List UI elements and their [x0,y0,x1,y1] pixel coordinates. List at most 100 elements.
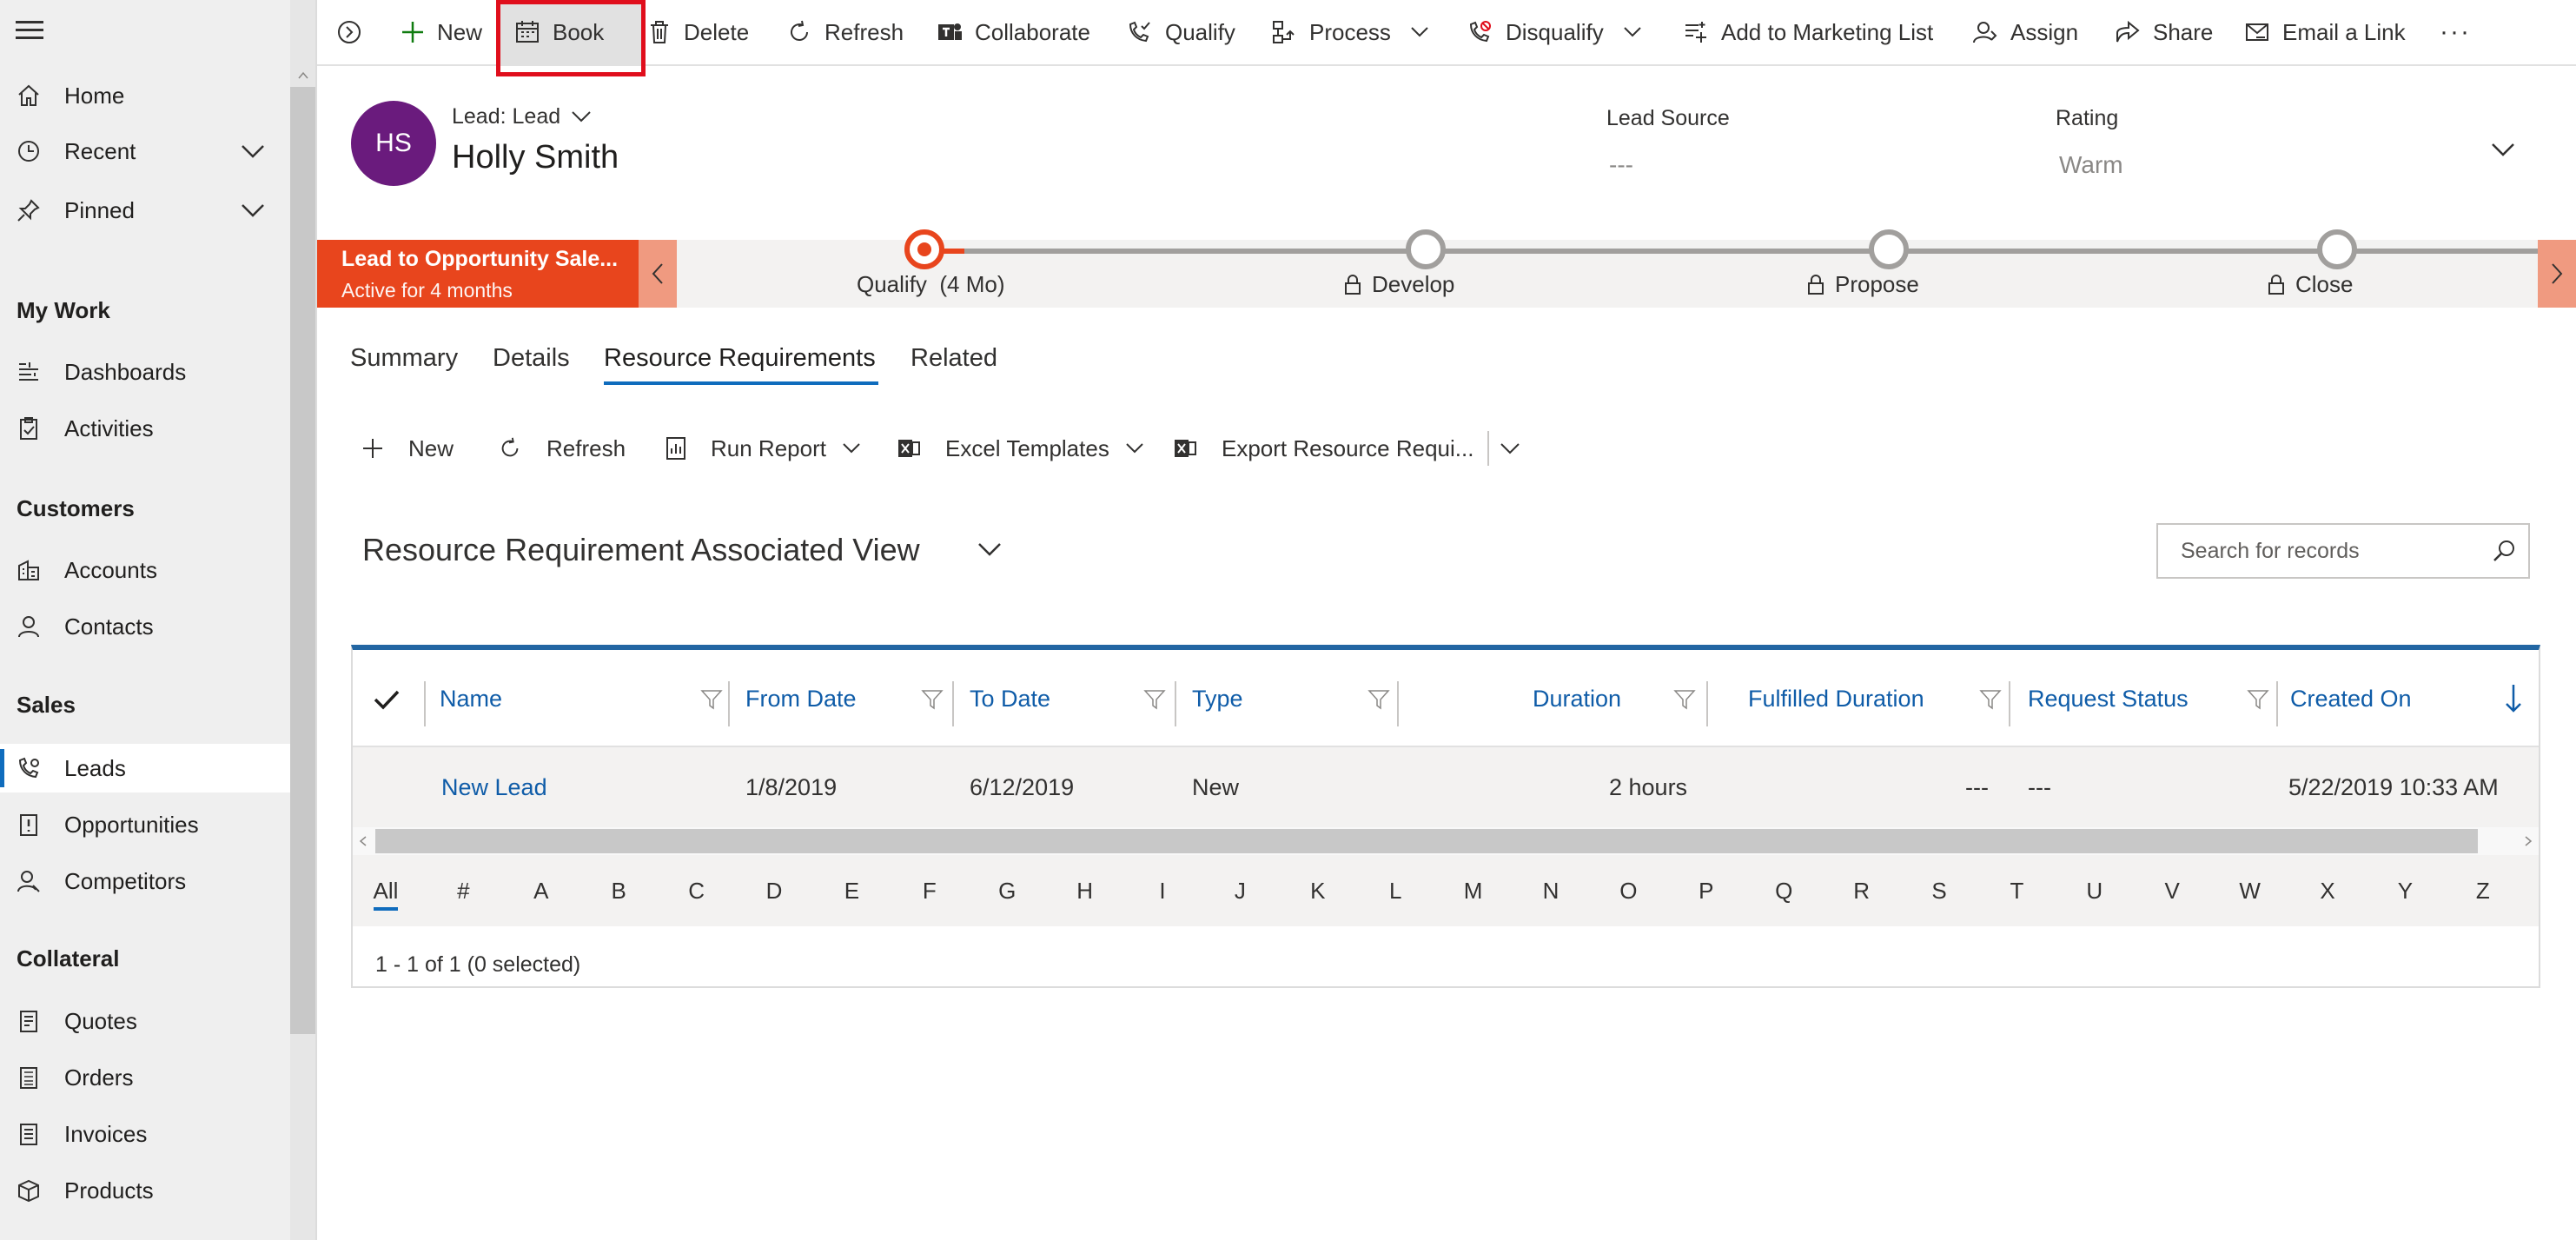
header-expand-chevron-icon[interactable] [2490,141,2516,158]
process-next-button[interactable] [2538,240,2576,308]
sidebar-item-competitors[interactable]: Competitors [0,857,290,905]
alphabet-filter-j[interactable]: J [1222,855,1257,926]
alphabet-filter-a[interactable]: A [524,855,559,926]
alphabet-filter-v[interactable]: V [2155,855,2189,926]
collaborate-button[interactable]: Collaborate [937,0,1090,64]
alphabet-filter-u[interactable]: U [2077,855,2112,926]
view-selector-chevron-icon[interactable] [977,540,1003,558]
filter-icon[interactable] [2247,688,2269,711]
search-icon[interactable] [2492,539,2516,563]
sidebar-item-opportunities[interactable]: Opportunities [0,800,290,849]
alphabet-filter-g[interactable]: G [990,855,1024,926]
sidebar-item-contacts[interactable]: Contacts [0,602,290,651]
sidebar-item-accounts[interactable]: Accounts [0,546,290,594]
alphabet-filter-t[interactable]: T [1999,855,2034,926]
column-header-name[interactable]: Name [440,650,502,747]
column-header-to-date[interactable]: To Date [970,650,1050,747]
chevron-down-icon[interactable] [570,109,593,125]
alphabet-filter-z[interactable]: Z [2466,855,2500,926]
sort-descending-arrow-icon[interactable] [2504,683,2523,714]
tab-details[interactable]: Details [493,344,570,373]
stage-develop[interactable]: Develop [1344,271,1454,298]
alphabet-filter-p[interactable]: P [1689,855,1724,926]
alphabet-filter-s[interactable]: S [1922,855,1957,926]
share-button[interactable]: Share [2115,0,2213,64]
sidebar-item-products[interactable]: Products [0,1166,290,1215]
scrollbar-thumb[interactable] [290,87,316,1034]
alphabet-filter-hash[interactable]: # [446,855,480,926]
new-button[interactable]: New [401,0,482,64]
alphabet-filter-f[interactable]: F [912,855,947,926]
tab-resource-requirements[interactable]: Resource Requirements [604,344,876,373]
sidebar-item-recent[interactable]: Recent [0,127,290,176]
alphabet-filter-y[interactable]: Y [2387,855,2422,926]
alphabet-filter-c[interactable]: C [679,855,714,926]
sidebar-item-activities[interactable]: Activities [0,404,290,453]
filter-icon[interactable] [1367,688,1390,711]
subgrid-new-button[interactable]: New [361,431,454,466]
alphabet-filter-n[interactable]: N [1533,855,1568,926]
export-resource-requirements-button[interactable]: Export Resource Requi... [1173,431,1473,466]
alphabet-filter-l[interactable]: L [1378,855,1413,926]
alphabet-filter-o[interactable]: O [1611,855,1646,926]
entity-type-label[interactable]: Lead: Lead [452,104,560,129]
disqualify-button[interactable]: Disqualify [1467,0,1642,64]
assign-button[interactable]: Assign [1972,0,2078,64]
view-title[interactable]: Resource Requirement Associated View [362,532,920,568]
process-button[interactable]: Process [1271,0,1429,64]
alphabet-filter-h[interactable]: H [1068,855,1103,926]
tab-summary[interactable]: Summary [350,344,458,373]
alphabet-filter-e[interactable]: E [834,855,869,926]
sidebar-item-orders[interactable]: Orders [0,1053,290,1102]
column-header-fulfilled-duration[interactable]: Fulfilled Duration [1748,650,1924,747]
back-button[interactable] [336,0,374,64]
horizontal-scrollbar[interactable] [353,827,2539,855]
process-prev-button[interactable] [639,240,677,308]
stage-close-marker[interactable] [2317,229,2357,269]
run-report-button[interactable]: Run Report [666,431,861,466]
scroll-left-icon[interactable] [358,835,368,847]
alphabet-filter-k[interactable]: K [1301,855,1335,926]
filter-icon[interactable] [700,688,723,711]
alphabet-filter-i[interactable]: I [1145,855,1180,926]
qualify-button[interactable]: Qualify [1127,0,1235,64]
excel-templates-button[interactable]: Excel Templates [897,431,1144,466]
select-all-checkmark-icon[interactable] [374,688,400,711]
chevron-down-icon[interactable] [240,202,266,219]
search-input[interactable] [2158,525,2480,577]
column-header-created-on[interactable]: Created On [2290,650,2412,747]
stage-qualify[interactable]: Qualify (4 Mo) [857,271,1005,298]
subgrid-more-dropdown[interactable] [1500,431,1545,466]
sidebar-item-pinned[interactable]: Pinned [0,186,290,235]
add-to-marketing-list-button[interactable]: Add to Marketing List [1683,0,1933,64]
column-header-type[interactable]: Type [1192,650,1243,747]
stage-develop-marker[interactable] [1406,229,1446,269]
more-commands-button[interactable]: ··· [2440,0,2471,64]
tab-related[interactable]: Related [911,344,997,373]
alphabet-filter-d[interactable]: D [757,855,791,926]
sidebar-item-quotes[interactable]: Quotes [0,997,290,1045]
filter-icon[interactable] [921,688,944,711]
column-header-duration[interactable]: Duration [1533,650,1621,747]
filter-icon[interactable] [1143,688,1166,711]
scrollbar-thumb[interactable] [375,829,2478,853]
alphabet-filter-m[interactable]: M [1456,855,1491,926]
sidebar-item-leads[interactable]: Leads [0,744,290,792]
alphabet-filter-r[interactable]: R [1844,855,1879,926]
table-row[interactable]: New Lead 1/8/2019 6/12/2019 New 2 hours … [353,747,2539,827]
process-name-panel[interactable]: Lead to Opportunity Sale... Active for 4… [317,240,639,308]
stage-propose-marker[interactable] [1869,229,1909,269]
filter-icon[interactable] [1979,688,2002,711]
stage-close[interactable]: Close [2268,271,2353,298]
stage-qualify-marker[interactable] [904,229,944,269]
alphabet-filter-all[interactable]: All [368,855,403,926]
column-header-request-status[interactable]: Request Status [2028,650,2189,747]
alphabet-filter-x[interactable]: X [2310,855,2345,926]
refresh-button[interactable]: Refresh [786,0,904,64]
column-header-from-date[interactable]: From Date [745,650,857,747]
sidebar-item-dashboards[interactable]: Dashboards [0,348,290,396]
scroll-up-icon[interactable] [297,70,309,82]
alphabet-filter-b[interactable]: B [601,855,636,926]
alphabet-filter-w[interactable]: W [2233,855,2268,926]
sidebar-item-invoices[interactable]: Invoices [0,1110,290,1158]
